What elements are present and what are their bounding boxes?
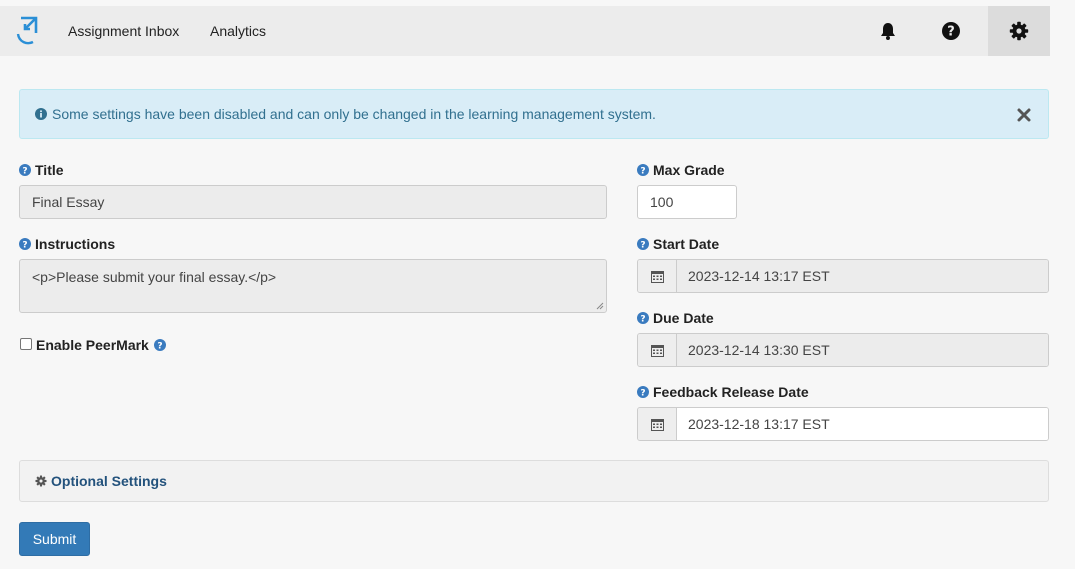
svg-text:?: ? (640, 388, 645, 398)
notifications-button[interactable] (857, 6, 919, 56)
question-circle-icon[interactable]: ? (153, 339, 166, 351)
svg-text:?: ? (157, 341, 162, 351)
nav-analytics[interactable]: Analytics (210, 6, 266, 56)
close-icon[interactable] (1016, 107, 1032, 123)
bell-icon (881, 23, 895, 40)
optional-settings-panel: Optional Settings (19, 460, 1049, 502)
info-circle-icon (35, 108, 47, 120)
svg-text:?: ? (22, 240, 27, 250)
resize-grip-icon[interactable] (596, 302, 604, 310)
due-date-field[interactable]: 2023-12-14 13:30 EST (637, 333, 1049, 367)
question-circle-icon[interactable]: ? (637, 312, 649, 324)
question-circle-icon: ? (942, 22, 960, 40)
svg-text:?: ? (640, 240, 645, 250)
question-circle-icon[interactable]: ? (19, 164, 31, 176)
calendar-icon[interactable] (638, 334, 677, 366)
gear-icon (35, 475, 47, 487)
peermark-checkbox[interactable] (20, 338, 32, 350)
question-circle-icon[interactable]: ? (637, 238, 649, 250)
question-circle-icon[interactable]: ? (19, 238, 31, 250)
submit-button[interactable]: Submit (19, 522, 90, 556)
title-input[interactable]: Final Essay (19, 185, 607, 219)
calendar-icon[interactable] (638, 408, 677, 440)
max-grade-label: ? Max Grade (637, 162, 725, 178)
question-circle-icon[interactable]: ? (637, 164, 649, 176)
start-date-value[interactable]: 2023-12-14 13:17 EST (677, 260, 1048, 292)
nav-assignment-inbox[interactable]: Assignment Inbox (68, 6, 179, 56)
instructions-label: ? Instructions (19, 236, 115, 252)
instructions-textarea[interactable]: <p>Please submit your final essay.</p> (19, 259, 607, 313)
help-button[interactable]: ? (920, 6, 982, 56)
optional-settings-toggle[interactable]: Optional Settings (35, 473, 167, 489)
feedback-release-date-label: ? Feedback Release Date (637, 384, 809, 400)
feedback-release-date-value[interactable]: 2023-12-18 13:17 EST (677, 408, 1048, 440)
max-grade-input[interactable]: 100 (637, 185, 737, 219)
start-date-field[interactable]: 2023-12-14 13:17 EST (637, 259, 1049, 293)
question-circle-icon[interactable]: ? (637, 386, 649, 398)
due-date-value[interactable]: 2023-12-14 13:30 EST (677, 334, 1048, 366)
svg-text:?: ? (640, 314, 645, 324)
svg-text:?: ? (22, 166, 27, 176)
app-logo-icon[interactable] (15, 15, 41, 47)
alert-message: Some settings have been disabled and can… (52, 106, 656, 122)
gear-icon (1009, 21, 1029, 41)
feedback-release-date-field[interactable]: 2023-12-18 13:17 EST (637, 407, 1049, 441)
settings-button[interactable] (988, 6, 1050, 56)
calendar-icon[interactable] (638, 260, 677, 292)
info-alert: Some settings have been disabled and can… (19, 89, 1049, 139)
top-navbar: Assignment Inbox Analytics ? (0, 6, 1050, 56)
start-date-label: ? Start Date (637, 236, 719, 252)
svg-text:?: ? (640, 166, 645, 176)
title-label: ? Title (19, 162, 64, 178)
peermark-label[interactable]: Enable PeerMark ? (36, 337, 166, 353)
instructions-value: <p>Please submit your final essay.</p> (32, 269, 277, 285)
svg-text:?: ? (947, 25, 955, 40)
due-date-label: ? Due Date (637, 310, 714, 326)
